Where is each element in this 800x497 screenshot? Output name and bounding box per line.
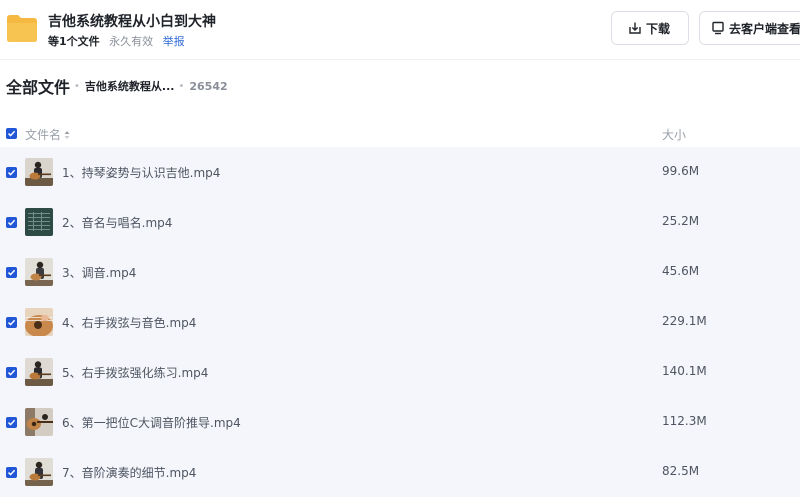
file-list: 1、持琴姿势与认识吉他.mp4 99.6M 2、音名与唱名.mp4 25.2M 3、调音… [0, 147, 800, 497]
share-meta: 等1个文件 永久有效 举报 [48, 33, 185, 49]
select-all-checkbox[interactable] [6, 128, 17, 139]
file-name[interactable]: 4、右手拨弦与音色.mp4 [62, 314, 196, 331]
download-icon [629, 22, 641, 34]
file-size: 112.3M [662, 414, 707, 428]
sort-icon [64, 130, 70, 139]
breadcrumb-separator: • [74, 80, 80, 92]
validity-text: 永久有效 [109, 35, 154, 48]
file-row[interactable]: 3、调音.mp4 45.6M [0, 247, 800, 297]
file-count: 等1个文件 [48, 35, 100, 48]
video-thumbnail[interactable] [25, 358, 53, 386]
check-icon [7, 419, 16, 426]
file-name[interactable]: 6、第一把位C大调音阶推导.mp4 [62, 414, 241, 431]
check-icon [7, 169, 16, 176]
check-icon [7, 469, 16, 476]
check-icon [7, 219, 16, 226]
file-name[interactable]: 3、调音.mp4 [62, 264, 136, 281]
file-checkbox[interactable] [6, 417, 17, 428]
file-checkbox[interactable] [6, 217, 17, 228]
file-name[interactable]: 5、右手拨弦强化练习.mp4 [62, 364, 208, 381]
breadcrumb-folder[interactable]: 吉他系统教程从... [85, 78, 175, 94]
check-icon [7, 369, 16, 376]
file-checkbox[interactable] [6, 467, 17, 478]
column-header-size[interactable]: 大小 [662, 126, 686, 143]
video-thumbnail[interactable] [25, 408, 53, 436]
check-icon [7, 130, 16, 137]
file-checkbox[interactable] [6, 167, 17, 178]
check-icon [7, 319, 16, 326]
file-checkbox[interactable] [6, 367, 17, 378]
breadcrumb-separator: • [178, 80, 185, 92]
column-header-name-label: 文件名 [25, 128, 62, 142]
share-header: 吉他系统教程从小白到大神 等1个文件 永久有效 举报 下载 去客户端查看 [0, 0, 800, 58]
download-button[interactable]: 下载 [611, 11, 689, 45]
file-size: 140.1M [662, 364, 707, 378]
file-row[interactable]: 4、右手拨弦与音色.mp4 229.1M [0, 297, 800, 347]
column-header-name[interactable]: 文件名 [25, 126, 70, 143]
breadcrumb-id: 26542 [189, 79, 228, 93]
video-thumbnail[interactable] [25, 258, 53, 286]
file-checkbox[interactable] [6, 267, 17, 278]
file-name[interactable]: 1、持琴姿势与认识吉他.mp4 [62, 164, 220, 181]
file-row[interactable]: 7、音阶演奏的细节.mp4 82.5M [0, 447, 800, 497]
file-size: 99.6M [662, 164, 700, 178]
video-thumbnail[interactable] [25, 458, 53, 486]
file-row[interactable]: 1、持琴姿势与认识吉他.mp4 99.6M [0, 147, 800, 197]
file-size: 45.6M [662, 264, 700, 278]
file-size: 25.2M [662, 214, 700, 228]
folder-icon [7, 15, 37, 42]
check-icon [7, 269, 16, 276]
file-row[interactable]: 5、右手拨弦强化练习.mp4 140.1M [0, 347, 800, 397]
file-name[interactable]: 2、音名与唱名.mp4 [62, 214, 172, 231]
open-client-button[interactable]: 去客户端查看 [699, 11, 800, 45]
file-size: 229.1M [662, 314, 707, 328]
share-title: 吉他系统教程从小白到大神 [48, 14, 216, 30]
file-name[interactable]: 7、音阶演奏的细节.mp4 [62, 464, 196, 481]
file-checkbox[interactable] [6, 317, 17, 328]
header-divider [0, 59, 800, 60]
report-link[interactable]: 举报 [163, 35, 185, 48]
open-client-label: 去客户端查看 [729, 21, 800, 36]
file-row[interactable]: 2、音名与唱名.mp4 25.2M [0, 197, 800, 247]
video-thumbnail[interactable] [25, 208, 53, 236]
breadcrumb: 全部文件 • 吉他系统教程从... • 26542 [6, 75, 228, 97]
video-thumbnail[interactable] [25, 158, 53, 186]
breadcrumb-root[interactable]: 全部文件 [6, 74, 70, 98]
file-row[interactable]: 6、第一把位C大调音阶推导.mp4 112.3M [0, 397, 800, 447]
table-header: 文件名 大小 [0, 122, 800, 146]
video-thumbnail[interactable] [25, 308, 53, 336]
monitor-icon [712, 21, 724, 35]
download-label: 下载 [646, 21, 671, 36]
file-size: 82.5M [662, 464, 700, 478]
